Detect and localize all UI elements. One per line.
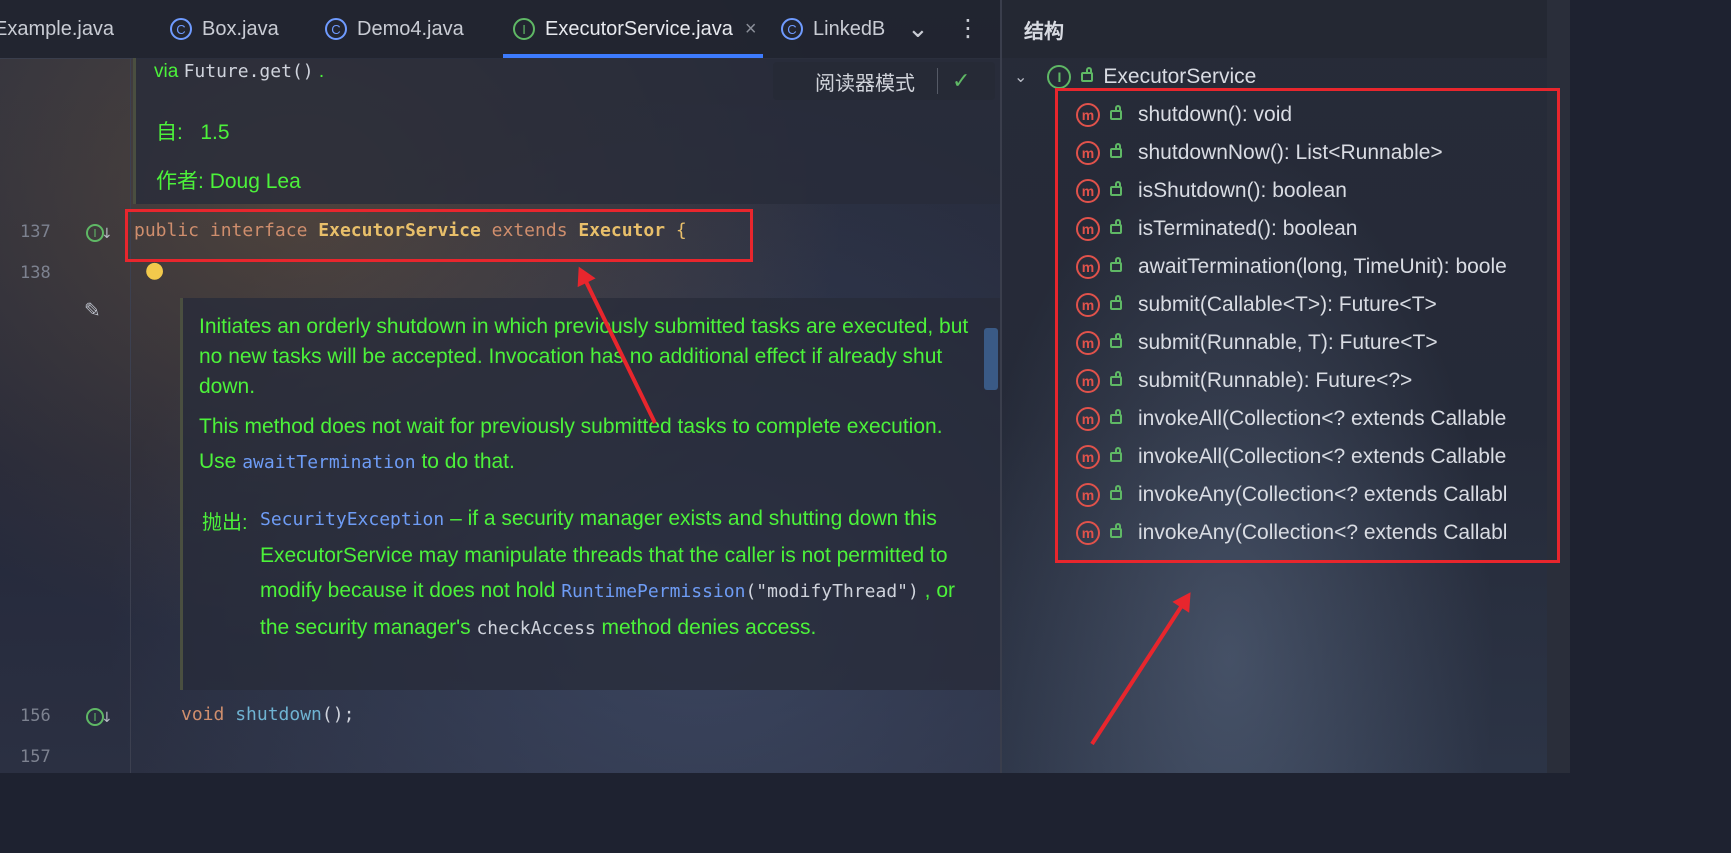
expand-chevron-icon[interactable]: ⌄ <box>1014 67 1027 87</box>
structure-panel-title: 结构 <box>1024 18 1064 43</box>
interface-icon: I <box>513 18 535 40</box>
tab-demo4-java[interactable]: C Demo4.java <box>325 0 464 58</box>
tab-overflow-chevron-icon[interactable]: ⌄ <box>907 14 929 44</box>
tab-example-java[interactable]: Example.java <box>0 0 114 58</box>
annotation-arrow <box>1090 596 1189 746</box>
tab-label: Demo4.java <box>357 17 464 40</box>
tab-label: ExecutorService.java <box>545 17 733 40</box>
tab-label: Example.java <box>0 17 115 40</box>
doc-since: 自: 1.5 <box>156 121 230 144</box>
line-number: 157 <box>20 747 51 767</box>
runtime-permission-link[interactable]: RuntimePermission <box>561 581 745 602</box>
doc-author: 作者: Doug Lea <box>156 170 301 193</box>
check-access-code: checkAccess <box>476 617 596 639</box>
check-icon: ✓ <box>952 68 971 94</box>
tab-linkedb[interactable]: C LinkedB <box>781 0 885 58</box>
line-number: 138 <box>20 263 51 283</box>
reader-mode-toggle[interactable]: 阅读器模式 ✓ <box>773 62 995 100</box>
tab-bar: Example.java C Box.java C Demo4.java I E… <box>0 0 1000 59</box>
tab-executorservice-java[interactable]: I ExecutorService.java × <box>503 0 763 58</box>
runnable-class-icon: C <box>325 18 347 40</box>
code-line-156[interactable]: void shutdown(); <box>181 704 354 725</box>
line-number: 137 <box>20 222 51 242</box>
public-lock-icon <box>1081 67 1094 82</box>
doc-via-line: via Future.get() . <box>154 61 325 82</box>
doc-throws-label: 抛出: <box>202 512 248 534</box>
tab-label: Box.java <box>202 17 279 40</box>
tab-box-java[interactable]: C Box.java <box>170 0 279 58</box>
divider <box>937 68 938 94</box>
class-icon: C <box>170 18 192 40</box>
edit-pencil-icon[interactable]: ✎ <box>84 298 101 322</box>
tab-label: LinkedB <box>813 17 886 40</box>
doc-throws-description: SecurityException – if a security manage… <box>260 507 956 639</box>
security-exception-link[interactable]: SecurityException <box>260 509 444 530</box>
implemented-method-icon[interactable]: I <box>86 708 113 726</box>
line-number: 156 <box>20 706 51 726</box>
code-editor[interactable]: Example.java C Box.java C Demo4.java I E… <box>0 0 1000 773</box>
reader-mode-label: 阅读器模式 <box>815 70 915 95</box>
doc-paragraph-1: Initiates an orderly shutdown in which p… <box>199 315 969 398</box>
close-tab-icon[interactable]: × <box>745 18 757 41</box>
structure-panel-header: 结构 <box>1002 0 1547 58</box>
more-options-icon[interactable]: ⋮ <box>956 14 980 42</box>
javadoc-shutdown-block: Initiates an orderly shutdown in which p… <box>180 298 1000 690</box>
lightbulb-icon[interactable]: ● <box>145 258 164 283</box>
interface-icon: I <box>1047 65 1072 89</box>
doc-scrollbar-thumb[interactable] <box>984 328 998 390</box>
structure-panel: 结构 ⌄ I ExecutorService m shutdown(): void… <box>1000 0 1570 773</box>
gutter: 137 I 138 ✎ 156 I 157 <box>0 58 131 773</box>
await-termination-link[interactable]: awaitTermination <box>242 452 415 473</box>
class-icon: C <box>781 18 803 40</box>
annotation-box-interface-declaration <box>125 209 753 262</box>
doc-paragraph-2: This method does not wait for previously… <box>199 415 943 473</box>
implemented-interface-icon[interactable]: I <box>86 224 113 242</box>
annotation-box-method-list <box>1055 88 1560 563</box>
